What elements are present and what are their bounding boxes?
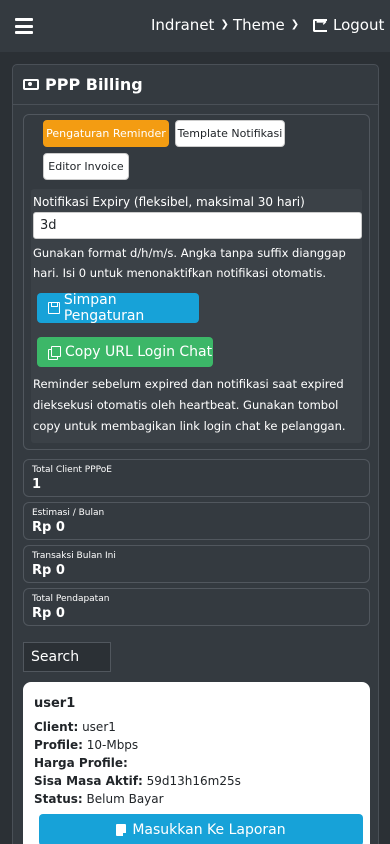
sisa-value: 59d13h16m25s [146, 774, 241, 788]
money-bill-icon [23, 79, 39, 90]
copy-login-url-button[interactable]: Copy URL Login Chat [37, 337, 213, 367]
menu-icon[interactable] [15, 18, 33, 34]
status-label: Status: [34, 792, 83, 806]
stat-total-client: Total Client PPPoE 1 [23, 459, 370, 497]
stat-estimasi-bulan: Estimasi / Bulan Rp 0 [23, 502, 370, 540]
expiry-input[interactable]: 3d [33, 212, 362, 239]
profile-value: 10-Mbps [86, 738, 139, 752]
copy-login-url-label: Copy URL Login Chat [65, 344, 213, 360]
stat-total-pendapatan: Total Pendapatan Rp 0 [23, 588, 370, 626]
expiry-label: Notifikasi Expiry (fleksibel, maksimal 3… [33, 195, 305, 209]
add-to-report-label: Masukkan Ke Laporan [132, 822, 286, 838]
save-settings-button[interactable]: Simpan Pengaturan [37, 292, 199, 324]
theme-dropdown[interactable]: Theme ❯ [233, 16, 299, 34]
reminder-panel: Pengaturan Reminder Template Notifikasi … [23, 114, 370, 450]
logout-icon [313, 15, 327, 32]
profile-row: Profile: 10-Mbps [34, 738, 138, 752]
search-input[interactable]: Search [23, 642, 111, 672]
top-navbar: Indranet ❯ Theme ❯ Logout [0, 0, 390, 52]
stat-value: Rp 0 [32, 606, 65, 621]
sisa-row: Sisa Masa Aktif: 59d13h16m25s [34, 774, 241, 788]
stat-value: 1 [32, 477, 42, 492]
logout-link[interactable]: Logout [313, 15, 385, 34]
reminder-form: Notifikasi Expiry (fleksibel, maksimal 3… [31, 189, 362, 443]
harga-label: Harga Profile: [34, 756, 128, 770]
stat-value: Rp 0 [32, 520, 65, 535]
tab-pengaturan-reminder[interactable]: Pengaturan Reminder [43, 120, 169, 147]
stat-transaksi-bulan-ini: Transaksi Bulan Ini Rp 0 [23, 545, 370, 583]
stat-label: Transaksi Bulan Ini [32, 551, 116, 561]
document-icon [116, 824, 128, 837]
save-settings-label: Simpan Pengaturan [63, 292, 145, 324]
stat-value: Rp 0 [32, 563, 65, 578]
add-to-report-button[interactable]: Masukkan Ke Laporan [39, 814, 363, 844]
client-card: user1 Client: user1 Profile: 10-Mbps Har… [23, 682, 370, 844]
stat-label: Total Client PPPoE [32, 465, 112, 475]
billing-card: PPP Billing Pengaturan Reminder Template… [12, 64, 379, 844]
client-label: Client: [34, 720, 79, 734]
client-name: user1 [34, 696, 76, 711]
copy-icon [48, 345, 61, 360]
client-row: Client: user1 [34, 720, 116, 734]
save-icon [48, 302, 60, 314]
chevron-down-icon: ❯ [220, 18, 229, 30]
status-value: Belum Bayar [86, 792, 164, 806]
brand-label: Indranet [151, 16, 215, 34]
stat-label: Total Pendapatan [32, 594, 110, 604]
card-header: PPP Billing [13, 65, 378, 105]
chevron-down-icon: ❯ [290, 18, 300, 30]
page-title: PPP Billing [45, 75, 143, 94]
status-row: Status: Belum Bayar [34, 792, 164, 806]
brand-dropdown[interactable]: Indranet ❯ [151, 16, 229, 34]
theme-label: Theme [233, 16, 285, 34]
harga-row: Harga Profile: [34, 756, 128, 770]
expiry-help-text: Gunakan format d/h/m/s. Angka tanpa suff… [33, 246, 346, 280]
sisa-label: Sisa Masa Aktif: [34, 774, 143, 788]
stat-label: Estimasi / Bulan [32, 508, 105, 518]
logout-label: Logout [333, 16, 385, 34]
tab-template-notifikasi[interactable]: Template Notifikasi [175, 120, 285, 147]
profile-label: Profile: [34, 738, 83, 752]
client-value: user1 [82, 720, 116, 734]
reminder-note: Reminder sebelum expired dan notifikasi … [33, 377, 346, 433]
tab-editor-invoice[interactable]: Editor Invoice [43, 153, 129, 180]
